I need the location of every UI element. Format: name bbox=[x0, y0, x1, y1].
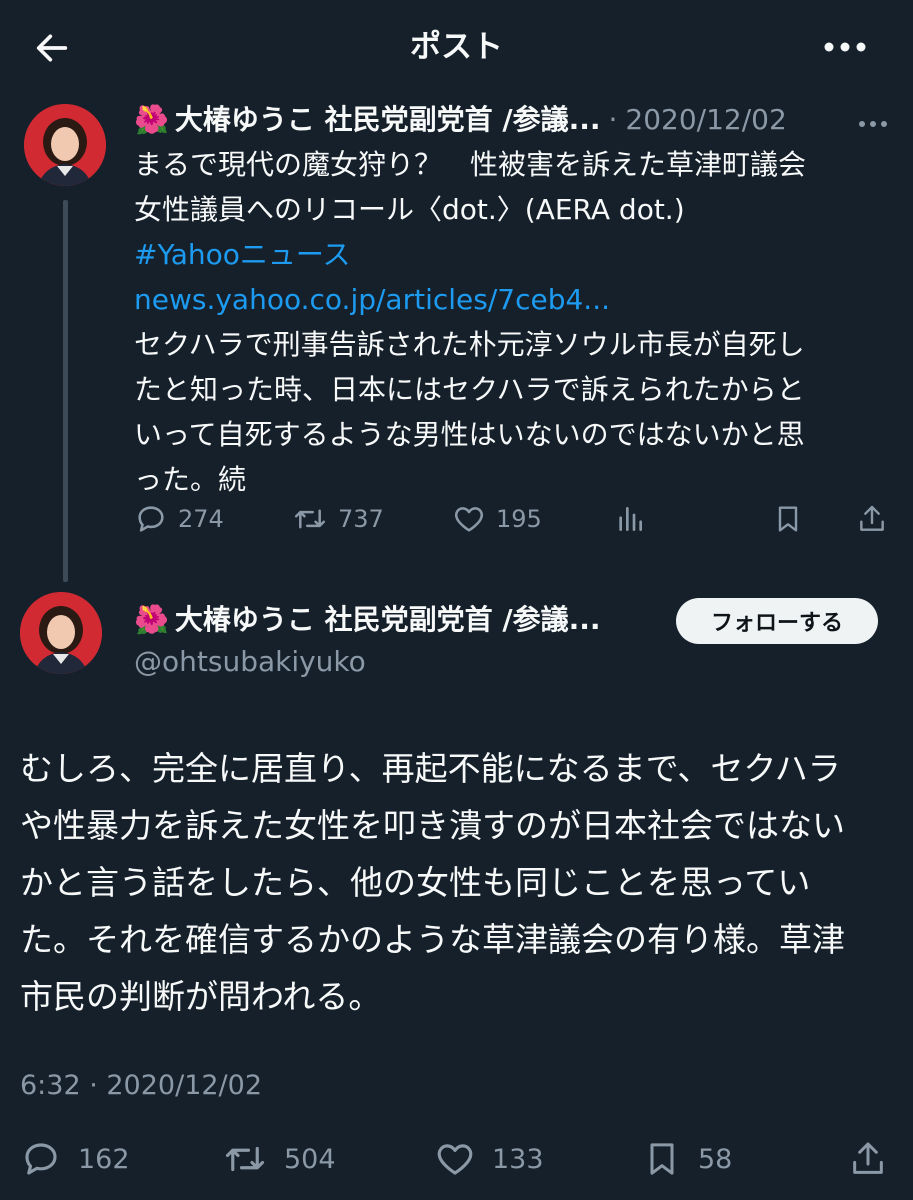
bookmark-button[interactable] bbox=[772, 502, 804, 536]
quoted-post-header: 🌺 大椿ゆうこ 社民党副党首 /参議... · 2020/12/02 bbox=[134, 100, 787, 140]
text-line: 市民の判断が問われる。 bbox=[20, 977, 382, 1016]
top-bar: ポスト bbox=[0, 0, 913, 92]
text-line: った。続 bbox=[134, 463, 247, 496]
text-line: たと知った時、日本にはセクハラで訴えられたからと bbox=[134, 373, 805, 406]
like-icon bbox=[454, 507, 484, 532]
text-line: いって自死するような男性はいないのではないかと思 bbox=[134, 418, 805, 451]
views-icon bbox=[619, 507, 642, 531]
views-button[interactable] bbox=[614, 502, 646, 536]
repost-count: 737 bbox=[338, 505, 384, 533]
post-more-button[interactable] bbox=[858, 114, 888, 133]
avatar-portrait-icon bbox=[24, 104, 106, 186]
post-date[interactable]: 2020/12/02 bbox=[625, 100, 786, 140]
hashtag-link[interactable]: #Yahooニュース bbox=[134, 232, 904, 277]
more-options-button[interactable] bbox=[818, 24, 872, 70]
bookmark-count: 58 bbox=[698, 1143, 733, 1175]
text-line: 女性議員へのリコール〈dot.〉(AERA dot.) bbox=[134, 193, 685, 226]
avatar[interactable] bbox=[24, 104, 106, 186]
reply-button[interactable]: 162 bbox=[20, 1138, 130, 1180]
reply-count: 162 bbox=[78, 1143, 130, 1175]
quoted-post-body: まるで現代の魔女狩り？ 性被害を訴えた草津町議会 女性議員へのリコール〈dot.… bbox=[134, 142, 904, 502]
author-handle[interactable]: @ohtsubakiyuko bbox=[134, 642, 366, 682]
back-arrow-icon bbox=[36, 34, 68, 62]
article-link[interactable]: news.yahoo.co.jp/articles/7ceb4... bbox=[134, 277, 904, 322]
text-line: まるで現代の魔女狩り？ 性被害を訴えた草津町議会 bbox=[134, 148, 807, 181]
follow-button[interactable]: フォローする bbox=[676, 598, 878, 644]
hibiscus-icon: 🌺 bbox=[134, 603, 169, 636]
author-name[interactable]: 大椿ゆうこ 社民党副党首 /参議... bbox=[175, 600, 601, 640]
like-button[interactable]: 133 bbox=[434, 1138, 544, 1180]
bookmark-icon bbox=[650, 1143, 674, 1175]
reply-count: 274 bbox=[178, 505, 224, 533]
avatar[interactable] bbox=[20, 592, 102, 674]
author-name[interactable]: 大椿ゆうこ 社民党副党首 /参議... bbox=[175, 100, 601, 140]
text-line: むしろ、完全に居直り、再起不能になるまで、セクハラ bbox=[20, 749, 841, 788]
repost-icon bbox=[294, 509, 326, 529]
reply-icon bbox=[25, 1143, 57, 1175]
page-title: ポスト bbox=[410, 29, 503, 65]
text-line: や性暴力を訴えた女性を叩き潰すのが日本社会ではない bbox=[20, 806, 845, 845]
thread-connector bbox=[63, 200, 68, 582]
repost-icon bbox=[225, 1146, 265, 1172]
bookmark-button[interactable]: 58 bbox=[642, 1138, 732, 1180]
share-button[interactable] bbox=[848, 1138, 888, 1180]
text-line: た。それを確信するかのような草津議会の有り様。草津 bbox=[20, 920, 845, 959]
share-icon bbox=[860, 505, 884, 531]
repost-button[interactable]: 737 bbox=[292, 502, 384, 536]
more-icon bbox=[824, 42, 866, 52]
like-count: 133 bbox=[492, 1143, 544, 1175]
text-line: セクハラで刑事告訴された朴元淳ソウル市長が自死し bbox=[134, 328, 805, 361]
repost-button[interactable]: 504 bbox=[222, 1138, 336, 1180]
main-post-body: むしろ、完全に居直り、再起不能になるまで、セクハラ や性暴力を訴えた女性を叩き潰… bbox=[20, 740, 900, 1025]
main-post-header: 🌺 大椿ゆうこ 社民党副党首 /参議... bbox=[134, 600, 601, 640]
share-icon bbox=[853, 1142, 883, 1174]
hibiscus-icon: 🌺 bbox=[134, 103, 169, 136]
share-button[interactable] bbox=[856, 502, 888, 536]
like-count: 195 bbox=[496, 505, 542, 533]
reply-button[interactable]: 274 bbox=[134, 502, 224, 536]
like-button[interactable]: 195 bbox=[452, 502, 542, 536]
repost-count: 504 bbox=[284, 1143, 336, 1175]
avatar-portrait-icon bbox=[20, 592, 102, 674]
more-icon bbox=[859, 121, 887, 127]
text-line: かと言う話をしたら、他の女性も同じことを思ってい bbox=[20, 863, 811, 902]
back-button[interactable] bbox=[28, 24, 76, 72]
like-icon bbox=[437, 1144, 473, 1175]
reply-icon bbox=[138, 506, 164, 532]
bookmark-icon bbox=[778, 506, 798, 532]
post-timestamp[interactable]: 6:32 · 2020/12/02 bbox=[20, 1066, 262, 1106]
separator: · bbox=[608, 103, 618, 136]
